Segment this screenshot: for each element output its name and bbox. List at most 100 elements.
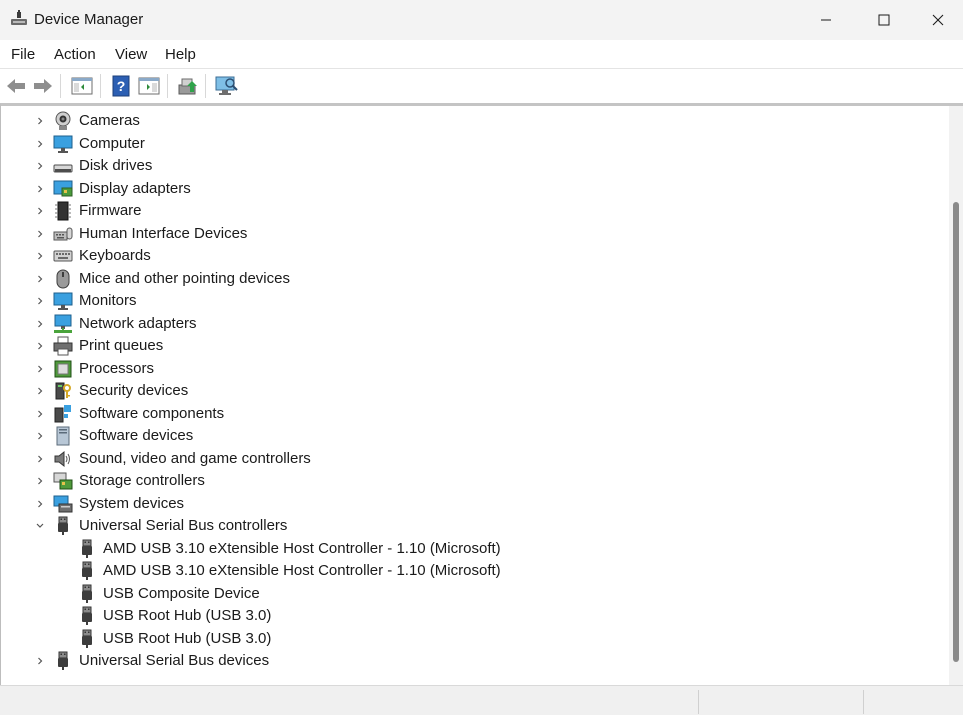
tree-category-label[interactable]: Network adapters: [79, 313, 197, 335]
scrollbar-thumb[interactable]: [953, 202, 959, 662]
tree-category-label[interactable]: Cameras: [79, 110, 140, 132]
tree-device-label[interactable]: USB Root Hub (USB 3.0): [103, 605, 271, 627]
chevron-right-icon[interactable]: [35, 364, 45, 374]
chevron-right-icon[interactable]: [35, 184, 45, 194]
help-button[interactable]: ?: [109, 74, 133, 98]
chevron-right-icon[interactable]: [35, 476, 45, 486]
back-button[interactable]: [4, 74, 28, 98]
device-tree[interactable]: Cameras Computer Disk drives Display adapte…: [0, 103, 963, 685]
chevron-right-icon[interactable]: [35, 274, 45, 284]
chevron-right-icon[interactable]: [35, 656, 45, 666]
tree-category-row[interactable]: Network adapters: [1, 313, 941, 335]
chevron-right-icon[interactable]: [35, 296, 45, 306]
tree-category-row[interactable]: Human Interface Devices: [1, 223, 941, 245]
vertical-scrollbar[interactable]: [949, 106, 963, 685]
tree-category-label[interactable]: Firmware: [79, 200, 142, 222]
tree-category-label[interactable]: Storage controllers: [79, 470, 205, 492]
properties-button[interactable]: [137, 74, 161, 98]
tree-category-label[interactable]: Mice and other pointing devices: [79, 268, 290, 290]
tree-category-label[interactable]: Security devices: [79, 380, 188, 402]
chevron-right-icon[interactable]: [35, 431, 45, 441]
tree-device-label[interactable]: USB Root Hub (USB 3.0): [103, 628, 271, 650]
tree-device-row[interactable]: USB Root Hub (USB 3.0): [1, 605, 941, 627]
tree-category-row[interactable]: Keyboards: [1, 245, 941, 267]
properties-icon: [138, 77, 160, 95]
tree-category-label[interactable]: Monitors: [79, 290, 137, 312]
tree-category-row[interactable]: Sound, video and game controllers: [1, 448, 941, 470]
status-bar: [0, 685, 963, 715]
tree-category-label[interactable]: Software components: [79, 403, 224, 425]
chevron-right-icon[interactable]: [35, 319, 45, 329]
device-manager-app-icon: [11, 10, 27, 25]
chevron-right-icon[interactable]: [35, 409, 45, 419]
tree-category-row[interactable]: System devices: [1, 493, 941, 515]
show-hide-console-tree-button[interactable]: [70, 74, 94, 98]
tree-category-row[interactable]: Monitors: [1, 290, 941, 312]
chevron-right-icon[interactable]: [35, 206, 45, 216]
tree-category-label[interactable]: Software devices: [79, 425, 193, 447]
tree-category-row[interactable]: Storage controllers: [1, 470, 941, 492]
tree-device-row[interactable]: USB Composite Device: [1, 583, 941, 605]
forward-button[interactable]: [31, 74, 55, 98]
tree-device-label[interactable]: AMD USB 3.10 eXtensible Host Controller …: [103, 538, 501, 560]
chevron-right-icon[interactable]: [35, 454, 45, 464]
tree-category-label[interactable]: Universal Serial Bus devices: [79, 650, 269, 672]
tree-category-row[interactable]: Universal Serial Bus controllers: [1, 515, 941, 537]
chevron-right-icon[interactable]: [35, 229, 45, 239]
usb-icon: [82, 539, 92, 558]
tree-category-row[interactable]: Mice and other pointing devices: [1, 268, 941, 290]
toolbar: ?: [0, 68, 963, 103]
monitor-icon: [53, 292, 73, 310]
tree-category-row[interactable]: Disk drives: [1, 155, 941, 177]
chevron-right-icon[interactable]: [35, 161, 45, 171]
tree-category-label[interactable]: Universal Serial Bus controllers: [79, 515, 287, 537]
tree-category-label[interactable]: Display adapters: [79, 178, 191, 200]
tree-device-label[interactable]: AMD USB 3.10 eXtensible Host Controller …: [103, 560, 501, 582]
processor-icon: [54, 360, 72, 377]
toolbar-separator: [60, 74, 61, 98]
tree-category-label[interactable]: System devices: [79, 493, 184, 515]
close-button[interactable]: [913, 0, 963, 40]
tree-category-row[interactable]: Universal Serial Bus devices: [1, 650, 941, 672]
tree-category-label[interactable]: Computer: [79, 133, 145, 155]
tree-category-label[interactable]: Disk drives: [79, 155, 152, 177]
tree-category-label[interactable]: Human Interface Devices: [79, 223, 247, 245]
tree-category-row[interactable]: Software components: [1, 403, 941, 425]
keyboard-icon: [53, 250, 73, 262]
chevron-right-icon[interactable]: [35, 139, 45, 149]
menu-view[interactable]: View: [115, 46, 147, 63]
usb-icon: [58, 516, 68, 535]
tree-category-label[interactable]: Print queues: [79, 335, 163, 357]
tree-category-row[interactable]: Software devices: [1, 425, 941, 447]
tree-device-label[interactable]: USB Composite Device: [103, 583, 260, 605]
menu-file[interactable]: File: [11, 46, 35, 63]
tree-category-row[interactable]: Cameras: [1, 110, 941, 132]
tree-category-label[interactable]: Keyboards: [79, 245, 151, 267]
menu-help[interactable]: Help: [165, 46, 196, 63]
maximize-button[interactable]: [855, 0, 913, 40]
update-driver-button[interactable]: [176, 74, 200, 98]
chevron-right-icon[interactable]: [35, 341, 45, 351]
minimize-icon: [821, 19, 831, 21]
chevron-right-icon[interactable]: [35, 386, 45, 396]
tree-category-label[interactable]: Sound, video and game controllers: [79, 448, 311, 470]
menu-action[interactable]: Action: [54, 46, 96, 63]
tree-category-row[interactable]: Processors: [1, 358, 941, 380]
title-bar: Device Manager: [0, 0, 963, 40]
tree-category-row[interactable]: Security devices: [1, 380, 941, 402]
camera-icon: [55, 111, 71, 130]
minimize-button[interactable]: [797, 0, 855, 40]
chevron-right-icon[interactable]: [35, 499, 45, 509]
chevron-right-icon[interactable]: [35, 116, 45, 126]
tree-category-label[interactable]: Processors: [79, 358, 154, 380]
tree-device-row[interactable]: AMD USB 3.10 eXtensible Host Controller …: [1, 538, 941, 560]
tree-category-row[interactable]: Print queues: [1, 335, 941, 357]
scan-hardware-changes-button[interactable]: [215, 74, 239, 98]
chevron-right-icon[interactable]: [35, 251, 45, 261]
chevron-down-icon[interactable]: [35, 521, 45, 531]
tree-category-row[interactable]: Computer: [1, 133, 941, 155]
tree-device-row[interactable]: USB Root Hub (USB 3.0): [1, 628, 941, 650]
tree-category-row[interactable]: Display adapters: [1, 178, 941, 200]
tree-device-row[interactable]: AMD USB 3.10 eXtensible Host Controller …: [1, 560, 941, 582]
tree-category-row[interactable]: Firmware: [1, 200, 941, 222]
